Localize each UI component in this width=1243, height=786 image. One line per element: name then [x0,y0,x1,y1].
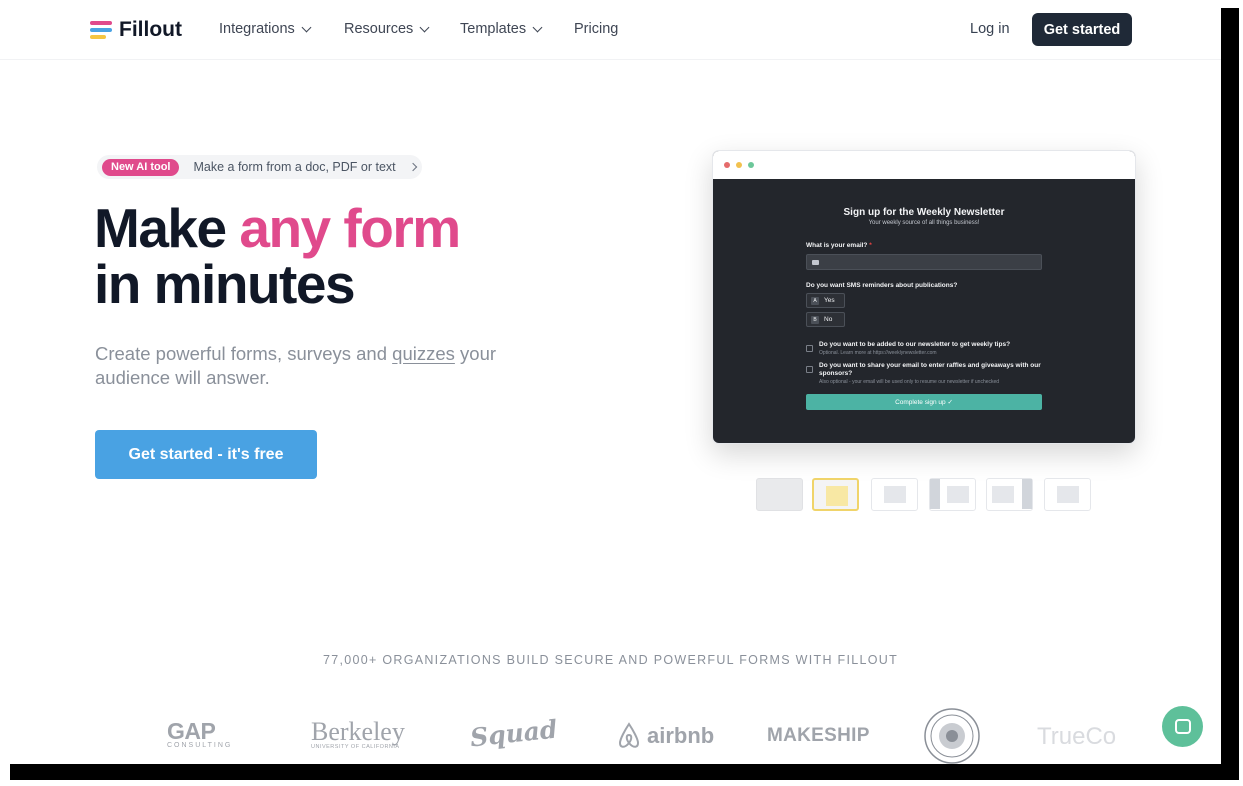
subtitle-text: Create powerful forms, surveys and [95,343,393,364]
trueco-wordmark: TrueCo [1037,723,1117,750]
window-titlebar [713,151,1135,179]
sms-question: Do you want SMS reminders about publicat… [806,282,958,289]
berkeley-wordmark: Berkeley [311,717,405,746]
ai-tool-announcement[interactable]: New AI tool Make a form from a doc, PDF … [97,155,422,179]
hero-title-prefix: Make [94,197,240,259]
chevron-right-icon [408,162,417,172]
email-question: What is your email? * [806,242,1042,249]
sponsor-checkbox-row[interactable]: Do you want to share your email to enter… [806,362,1042,385]
chat-icon [1174,719,1191,734]
layout-option-centered[interactable] [1044,478,1091,511]
sponsor-hint: Also optional - your email will be used … [819,379,1000,385]
get-started-button[interactable]: Get started [1032,13,1132,46]
squad-wordmark: Squad [468,714,559,753]
login-link[interactable]: Log in [970,21,1010,37]
chevron-down-icon [301,22,312,32]
layout-card-icon [1057,486,1079,503]
makeship-wordmark: MAKESHIP [767,725,870,746]
hero-title-accent: any form [239,197,461,259]
layout-card-icon [992,486,1014,503]
right-panel-icon [1022,479,1032,509]
county-seal-logo [924,708,980,764]
nav-templates[interactable]: Templates [460,21,543,37]
layout-option-left-panel[interactable] [929,478,976,511]
chevron-down-icon [419,22,430,32]
seal-icon [924,708,980,764]
option-no-label: No [824,316,833,323]
preview-form: Sign up for the Weekly Newsletter Your w… [806,179,1042,410]
hero-title-line2: in minutes [94,253,356,315]
nav-resources-label: Resources [344,21,414,37]
form-title: Sign up for the Weekly Newsletter [843,207,1005,218]
option-yes-label: Yes [824,297,835,304]
sponsor-checkbox[interactable] [806,366,813,373]
nav-integrations-label: Integrations [219,21,295,37]
newsletter-hint: Optional. Learn more at https://weeklyne… [819,350,937,356]
fillout-logo-icon [90,20,112,40]
newsletter-checkbox-row[interactable]: Do you want to be added to our newslette… [806,341,1042,356]
brand-logo[interactable]: Fillout [90,18,182,42]
form-subtitle: Your weekly source of all things busines… [868,220,980,226]
layout-card-icon [826,486,848,506]
quizzes-link[interactable]: quizzes [392,343,455,364]
gap-subtitle: CONSULTING [167,742,233,749]
nav-integrations[interactable]: Integrations [219,21,312,37]
chevron-down-icon [532,22,543,32]
hero-title-line1: Make any form [94,197,461,259]
airbnb-wordmark: airbnb [647,723,715,748]
berkeley-logo: Berkeley UNIVERSITY OF CALIFORNIA [311,717,405,751]
newsletter-checkbox[interactable] [806,345,813,352]
nav-pricing[interactable]: Pricing [574,21,618,37]
required-marker: * [867,242,872,249]
hero-subtitle: Create powerful forms, surveys and quizz… [95,342,555,390]
layout-option-plain[interactable] [756,478,803,511]
complete-signup-button[interactable]: Complete sign up ✓ [806,394,1042,410]
hero-get-started-button[interactable]: Get started - it's free [95,430,317,479]
brand-name: Fillout [119,18,182,41]
gap-wordmark: GAP [167,718,216,744]
minimize-dot-icon [736,162,742,168]
nav-pricing-label: Pricing [574,21,619,37]
newsletter-question: Do you want to be added to our newslette… [819,341,1011,348]
layout-option-image[interactable] [871,478,918,511]
window-shadow-right [1221,8,1239,778]
gap-consulting-logo: GAP CONSULTING [167,718,233,750]
option-yes[interactable]: A Yes [806,293,845,308]
maximize-dot-icon [748,162,754,168]
email-field[interactable] [806,254,1042,270]
option-key-a: A [811,296,819,305]
page: Fillout Integrations Resources Templates… [0,0,1221,764]
image-icon [884,486,906,503]
option-no[interactable]: B No [806,312,845,327]
window-shadow-bottom [10,764,1239,780]
sponsor-question: Do you want to share your email to enter… [819,362,1041,377]
airbnb-logo: airbnb [617,722,714,750]
option-key-b: B [811,315,819,324]
layout-card-icon [947,486,969,503]
squad-logo: Squad [469,715,559,753]
left-panel-icon [930,479,940,509]
trueco-logo: TrueCo [1037,723,1119,751]
email-question-label: What is your email? [806,242,868,249]
social-proof-heading: 77,000+ ORGANIZATIONS BUILD SECURE AND P… [322,653,899,667]
form-preview-window: Sign up for the Weekly Newsletter Your w… [712,150,1136,444]
new-badge: New AI tool [102,158,180,176]
close-dot-icon [724,162,730,168]
mail-icon [812,259,819,265]
berkeley-subtitle: UNIVERSITY OF CALIFORNIA [311,744,400,750]
announcement-text: Make a form from a doc, PDF or text [193,160,396,174]
makeship-logo: MAKESHIP [767,725,870,747]
nav-resources[interactable]: Resources [344,21,430,37]
layout-option-right-panel[interactable] [986,478,1033,511]
nav-templates-label: Templates [460,21,527,37]
layout-option-cover-selected[interactable] [812,478,859,511]
airbnb-icon [618,722,640,748]
chat-launcher-button[interactable] [1162,706,1203,747]
top-nav: Fillout Integrations Resources Templates… [0,0,1221,60]
